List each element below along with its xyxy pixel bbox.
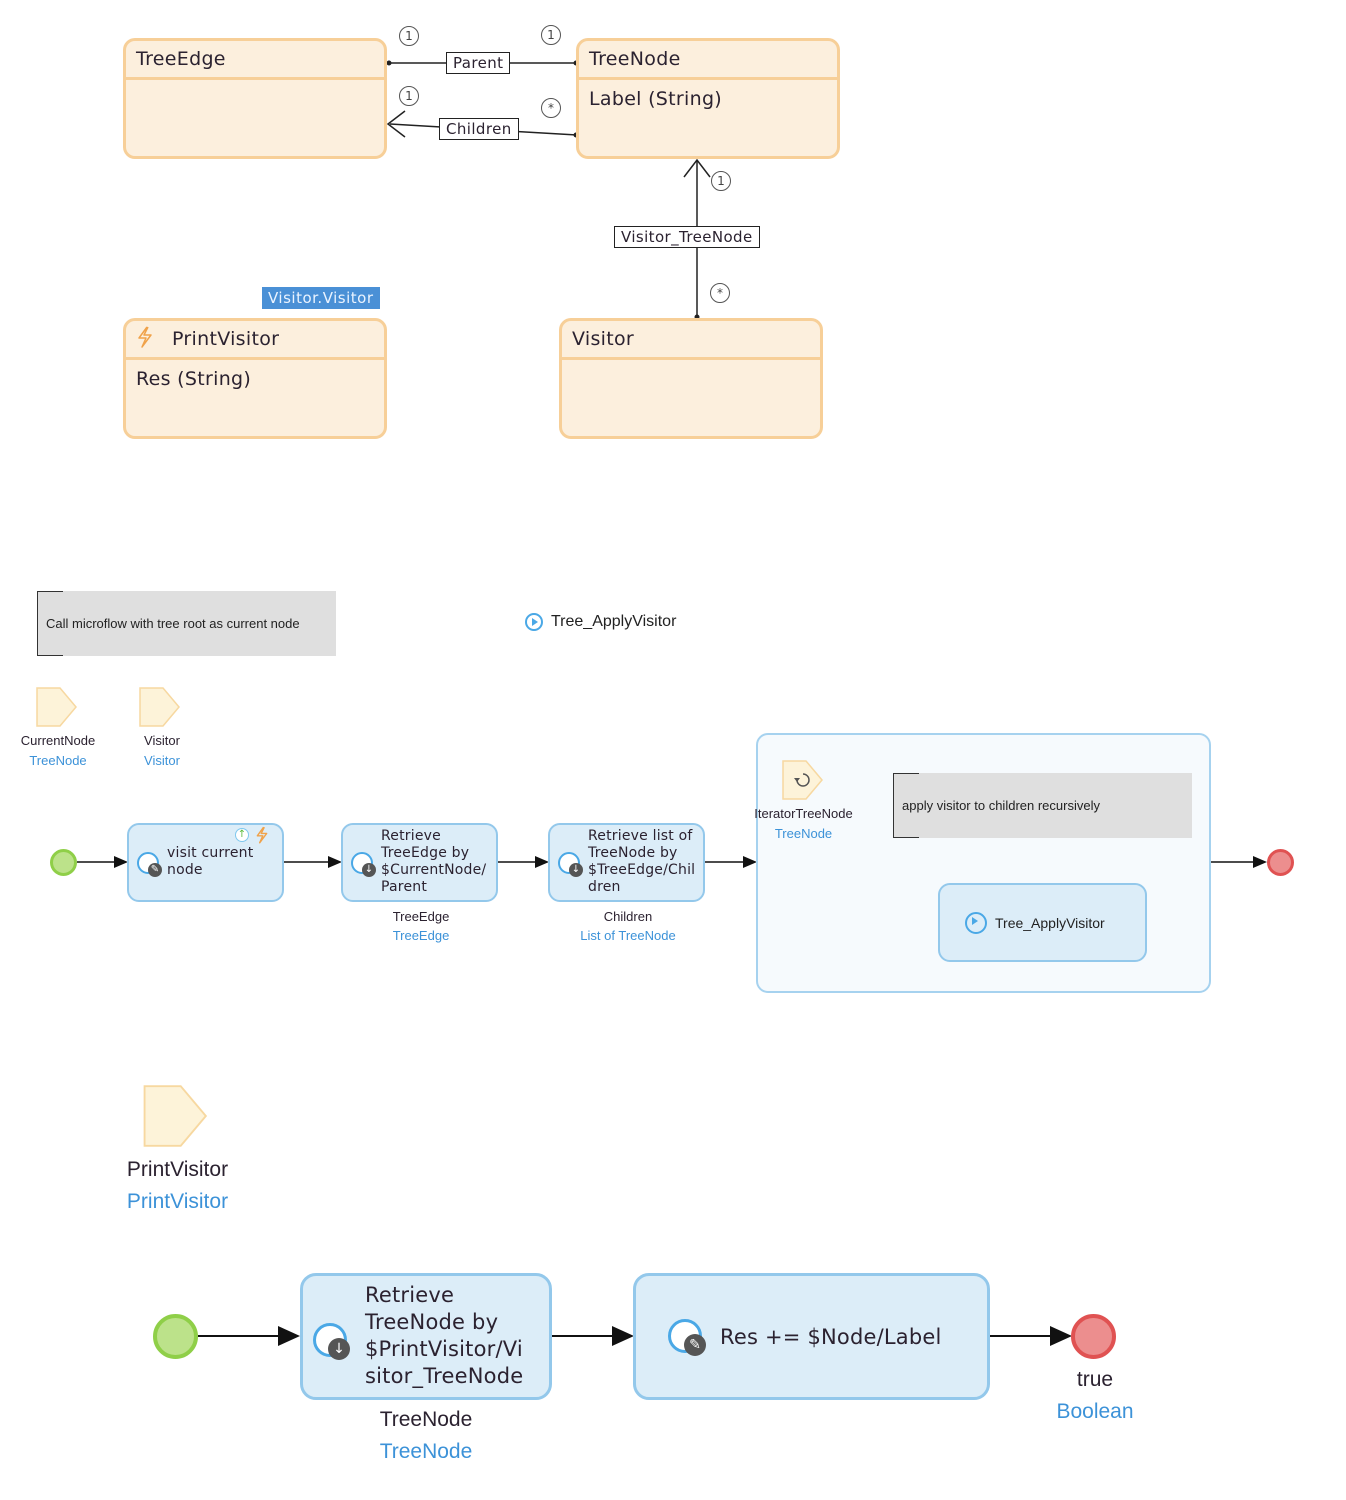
microflow-icon xyxy=(525,613,543,631)
multiplicity-badge: 1 xyxy=(399,86,419,106)
multiplicity-badge: 1 xyxy=(541,25,561,45)
call-name: Tree_ApplyVisitor xyxy=(995,915,1105,931)
output-variable-treenode: TreeNode TreeNode xyxy=(300,1408,552,1464)
microflow-call-icon xyxy=(965,912,987,934)
activity-retrieve-children[interactable]: ↓ Retrieve list of TreeNode by $TreeEdge… xyxy=(548,823,705,902)
multiplicity-badge: 1 xyxy=(399,26,419,46)
parameter-type: TreeNode xyxy=(29,753,87,768)
activity-line: TreeEdge by xyxy=(381,845,470,861)
entity-attribute[interactable]: Label (String) xyxy=(579,80,837,110)
change-icon: ✎ xyxy=(148,863,162,877)
iterator-name: IteratorTreeNode xyxy=(754,806,853,821)
entity-name: TreeEdge xyxy=(126,41,384,80)
entity-attribute[interactable]: Res (String) xyxy=(126,360,384,390)
download-icon: ↓ xyxy=(328,1338,350,1360)
annotation-bracket xyxy=(37,591,63,656)
iterator-label: IteratorTreeNode TreeNode xyxy=(746,806,861,841)
parameter-icon xyxy=(143,1085,208,1147)
activity-label: visit current node xyxy=(167,845,254,878)
activity-visit-current-node[interactable]: ✎ ↑ visit current node xyxy=(127,823,284,902)
parameter-printvisitor[interactable]: PrintVisitor PrintVisitor xyxy=(105,1084,250,1214)
start-event[interactable] xyxy=(153,1314,198,1359)
activity-line: $TreeEdge/Chil xyxy=(588,862,696,878)
call-label: Tree_ApplyVisitor xyxy=(965,912,1105,934)
multiplicity-badge: 1 xyxy=(711,171,731,191)
loop-container[interactable]: IteratorTreeNode TreeNode apply visitor … xyxy=(754,733,1211,993)
return-value: true Boolean xyxy=(1043,1368,1147,1424)
annotation-note[interactable]: Call microflow with tree root as current… xyxy=(37,591,336,656)
annotation-text: Call microflow with tree root as current… xyxy=(46,616,300,631)
change-icon: ✎ xyxy=(684,1334,706,1356)
download-icon: ↓ xyxy=(569,863,583,877)
association-visitor-treenode[interactable]: Visitor_TreeNode xyxy=(614,226,760,248)
loop-annotation[interactable]: apply visitor to children recursively xyxy=(893,773,1192,838)
output-type: TreeEdge xyxy=(392,928,450,943)
annotation-bracket xyxy=(893,773,919,838)
return-value-text: true xyxy=(1076,1368,1114,1391)
association-children[interactable]: Children xyxy=(439,118,519,140)
parameter-name: PrintVisitor xyxy=(126,1158,229,1181)
activity-line: TreeNode by xyxy=(365,1310,499,1334)
entity-printvisitor[interactable]: PrintVisitor Res (String) xyxy=(123,318,387,439)
entity-name: Visitor xyxy=(562,321,820,360)
output-name: TreeNode xyxy=(379,1408,473,1431)
activity-line: dren xyxy=(588,879,621,895)
activity-call-tree-applyvisitor[interactable]: Tree_ApplyVisitor xyxy=(938,883,1147,962)
activity-retrieve-treeedge[interactable]: ↓ Retrieve TreeEdge by $CurrentNode/ Par… xyxy=(341,823,498,902)
activity-line: $CurrentNode/ xyxy=(381,862,487,878)
parameter-currentnode[interactable]: CurrentNode TreeNode xyxy=(8,687,108,768)
generalization-tag: Visitor.Visitor xyxy=(262,287,380,309)
iterator-type: TreeNode xyxy=(774,826,833,841)
activity-line: Retrieve xyxy=(365,1283,455,1307)
microflow-title: Tree_ApplyVisitor xyxy=(525,613,676,631)
activity-label: Retrieve TreeNode by $PrintVisitor/Vi si… xyxy=(365,1282,523,1390)
activity-line: Retrieve xyxy=(381,828,441,844)
entity-header: PrintVisitor xyxy=(126,321,384,360)
entity-visitor[interactable]: Visitor xyxy=(559,318,823,439)
download-icon: ↓ xyxy=(362,863,376,877)
event-handler-icon xyxy=(136,326,158,353)
association-parent[interactable]: Parent xyxy=(446,52,511,74)
activity-line: $PrintVisitor/Vi xyxy=(365,1337,523,1361)
output-name: Children xyxy=(603,909,653,924)
activity-retrieve-treenode[interactable]: ↓ Retrieve TreeNode by $PrintVisitor/Vi … xyxy=(300,1273,552,1400)
activity-line: TreeNode by xyxy=(588,845,678,861)
multiplicity-badge: * xyxy=(541,98,561,118)
return-type: Boolean xyxy=(1056,1400,1134,1423)
end-event[interactable] xyxy=(1267,849,1294,876)
activity-change-res[interactable]: ✎ Res += $Node/Label xyxy=(633,1273,990,1400)
microflow-name: Tree_ApplyVisitor xyxy=(551,613,677,630)
parameter-icon xyxy=(36,687,77,727)
parameter-type: Visitor xyxy=(144,753,180,768)
output-type: List of TreeNode xyxy=(580,928,676,943)
activity-line: sitor_TreeNode xyxy=(365,1364,524,1388)
activity-label: Retrieve TreeEdge by $CurrentNode/ Paren… xyxy=(381,828,486,896)
activity-label: Res += $Node/Label xyxy=(720,1325,942,1349)
activity-line: Retrieve list of xyxy=(588,828,693,844)
start-event[interactable] xyxy=(50,849,77,876)
entity-name: PrintVisitor xyxy=(172,328,280,350)
output-variable-children: Children List of TreeNode xyxy=(548,909,708,943)
parameter-icon xyxy=(139,687,180,727)
activity-label: Retrieve list of TreeNode by $TreeEdge/C… xyxy=(588,828,695,896)
parameter-type: PrintVisitor xyxy=(126,1190,229,1213)
return-icon: ↑ xyxy=(235,828,249,842)
entity-name: TreeNode xyxy=(579,41,837,80)
iterator-icon xyxy=(782,760,823,800)
end-event[interactable] xyxy=(1071,1314,1116,1359)
output-name: TreeEdge xyxy=(392,909,450,924)
activity-line: Parent xyxy=(381,879,428,895)
entity-treenode[interactable]: TreeNode Label (String) xyxy=(576,38,840,159)
output-type: TreeNode xyxy=(379,1440,473,1463)
multiplicity-badge: * xyxy=(710,283,730,303)
entity-treeedge[interactable]: TreeEdge xyxy=(123,38,387,159)
annotation-text: apply visitor to children recursively xyxy=(902,798,1100,813)
output-variable-treeedge: TreeEdge TreeEdge xyxy=(341,909,501,943)
parameter-name: CurrentNode xyxy=(20,733,96,748)
parameter-name: Visitor xyxy=(144,733,180,748)
parameter-visitor[interactable]: Visitor Visitor xyxy=(122,687,202,768)
